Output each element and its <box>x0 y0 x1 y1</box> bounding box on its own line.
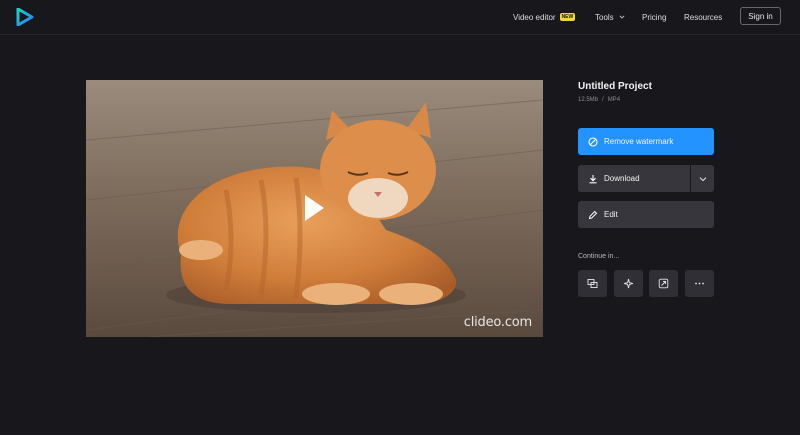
watermark-text: clideo.com <box>463 315 532 330</box>
merge-icon <box>587 279 598 288</box>
remove-watermark-label: Remove watermark <box>604 137 674 146</box>
nav-video-editor-label: Video editor <box>513 12 556 22</box>
file-format: MP4 <box>607 97 621 103</box>
chevron-down-icon <box>699 176 706 181</box>
nav-tools[interactable]: Tools <box>595 10 625 24</box>
nav-video-editor[interactable]: Video editor NEW <box>513 10 576 24</box>
nav-resources-label: Resources <box>684 12 723 22</box>
project-meta: 12.5Mb / MP4 <box>578 97 620 103</box>
download-label: Download <box>604 174 640 183</box>
download-icon <box>589 174 597 183</box>
nav-resources[interactable]: Resources <box>684 10 722 24</box>
chevron-down-icon <box>619 15 625 19</box>
enhance-tool-button[interactable] <box>614 270 643 297</box>
new-badge: NEW <box>559 13 576 21</box>
more-tools-button[interactable] <box>685 270 714 297</box>
pencil-icon <box>588 210 598 219</box>
nav-tools-label: Tools <box>595 12 614 22</box>
top-header: Video editor NEW Tools Pricing Resources… <box>0 0 800 35</box>
download-options-button[interactable] <box>691 165 714 192</box>
nav-pricing[interactable]: Pricing <box>642 10 666 24</box>
file-size: 12.5Mb <box>578 97 599 103</box>
meta-separator: / <box>602 97 604 103</box>
remove-watermark-button[interactable]: Remove watermark <box>578 128 714 155</box>
video-preview[interactable]: clideo.com <box>86 80 543 337</box>
more-icon <box>695 282 704 285</box>
download-button[interactable]: Download <box>578 165 690 192</box>
resize-tool-button[interactable] <box>649 270 678 297</box>
no-watermark-icon <box>588 136 598 147</box>
project-title: Untitled Project <box>578 81 652 92</box>
merge-tool-button[interactable] <box>578 270 607 297</box>
edit-label: Edit <box>604 210 618 219</box>
continue-in-label: Continue in... <box>578 253 620 260</box>
clideo-logo-icon[interactable] <box>16 8 34 26</box>
edit-button[interactable]: Edit <box>578 201 714 228</box>
play-icon[interactable] <box>303 194 325 222</box>
resize-icon <box>658 278 669 289</box>
nav-pricing-label: Pricing <box>642 12 667 22</box>
sign-in-button[interactable]: Sign in <box>740 7 781 25</box>
sparkle-icon <box>623 278 634 289</box>
